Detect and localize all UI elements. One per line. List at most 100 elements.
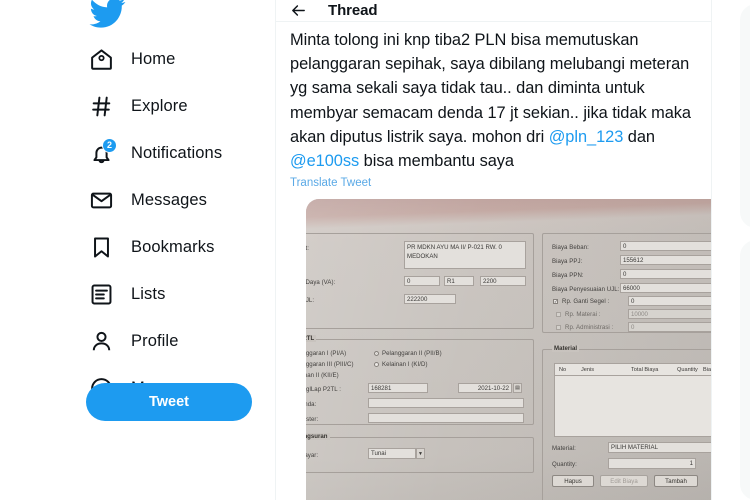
bookmark-icon <box>88 235 114 261</box>
sidebar-item-bookmarks[interactable]: Bookmarks <box>84 224 274 271</box>
agenda-label: No Agenda: <box>306 401 317 409</box>
material-col-header: No <box>559 367 567 374</box>
tweet-text-segment: bisa membantu saya <box>359 152 514 171</box>
thread-header: Thread <box>276 0 711 22</box>
quantity-field[interactable]: 1 <box>608 458 696 470</box>
angsuran-legend: Jenis Angsuran <box>306 433 330 441</box>
page-title: Thread <box>328 2 378 19</box>
tweet-detail: Minta tolong ini knp tiba2 PLN bisa memu… <box>276 22 711 500</box>
sidebar-item-explore[interactable]: Explore <box>84 83 274 130</box>
check-row-field[interactable]: 10000 <box>628 309 711 320</box>
sidebar-item-label: Bookmarks <box>131 238 215 256</box>
notifications-badge: 2 <box>102 137 117 153</box>
ujl-field[interactable]: 222200 <box>404 294 456 305</box>
mention-pln-123[interactable]: @pln_123 <box>549 128 624 146</box>
sidebar-item-label: Lists <box>131 285 166 303</box>
material-table-header: No Jenis Total Biaya Quantity Biaya Mate… <box>555 364 712 377</box>
twitter-bird-icon[interactable] <box>88 0 126 32</box>
sidebar-item-home[interactable]: Home <box>84 36 274 83</box>
back-arrow-icon[interactable] <box>290 2 307 19</box>
address-label: Alamat: <box>306 245 310 253</box>
check-ganti-segel[interactable]: ✓ <box>553 299 558 305</box>
cost-row-field[interactable]: 0 <box>620 241 711 252</box>
check-row-label: Rp. Ganti Segel : <box>562 298 610 306</box>
cost-row-field[interactable]: 155612 <box>620 255 711 266</box>
person-icon <box>88 329 114 355</box>
sidebar-item-label: Home <box>131 50 176 68</box>
check-row-field[interactable]: 0 <box>628 322 711 333</box>
cost-row-label: Biaya PPN: <box>552 272 584 280</box>
check-administrasi[interactable] <box>556 325 561 331</box>
check-row-label: Rp. Materai : <box>565 311 601 319</box>
sidebar-item-notifications[interactable]: 2 Notifications <box>84 130 274 177</box>
material-col-header: Total Biaya <box>631 367 659 374</box>
twitter-app-window: Home Explore 2 Notifications Messages Bo… <box>0 0 750 500</box>
tariff-daya-field[interactable]: 2200 <box>480 276 526 287</box>
ba-date-picker-icon[interactable]: ▤ <box>513 383 522 394</box>
agenda-field[interactable] <box>368 398 524 409</box>
primary-sidebar: Home Explore 2 Notifications Messages Bo… <box>0 0 275 500</box>
radio-kelainan-2-label: Kelainan II (KII/E) <box>306 372 339 380</box>
bayar-label: Jenis Bayar: <box>306 452 319 460</box>
address-value[interactable]: PR MDKN AYU MA II/ P-021 RW. 0 MEDOKAN <box>404 241 526 270</box>
mention-e100ss[interactable]: @e100ss <box>290 152 359 170</box>
tariff-tarip-field[interactable]: R1 <box>444 276 474 287</box>
bayar-select[interactable]: Tunai <box>368 448 416 460</box>
cost-row-label: Biaya Penyesuaian UJL: <box>552 286 620 294</box>
hashtag-icon <box>88 94 114 120</box>
tariff-gol-field[interactable]: 0 <box>404 276 440 287</box>
sidebar-item-label: Notifications <box>131 144 223 162</box>
ba-date-field[interactable]: 2021-10-22 <box>458 383 512 394</box>
register-label: No. Register: <box>306 416 319 424</box>
envelope-icon <box>88 188 114 214</box>
radio-pelanggaran-1-label: Pelanggaran I (PI/A) <box>306 350 347 358</box>
sidebar-item-lists[interactable]: Lists <box>84 271 274 318</box>
ba-label: Nomor BA/TglLap P2TL : <box>306 386 341 394</box>
material-select-label: Material: <box>552 445 576 453</box>
right-sidebar-column <box>712 0 750 500</box>
p2tl-legend: Jenis P2TL <box>306 335 317 343</box>
tariff-label: Gol / Tarip / Daya (VA): <box>306 279 336 287</box>
cost-row-field[interactable]: 0 <box>620 269 711 280</box>
cost-row-label: Biaya PPJ: <box>552 258 583 266</box>
sidebar-item-label: Explore <box>131 97 188 115</box>
material-col-header: Quantity <box>677 367 698 374</box>
check-materai[interactable] <box>556 312 561 318</box>
sidebar-item-profile[interactable]: Profile <box>84 318 274 365</box>
right-card-top[interactable] <box>740 4 750 228</box>
quantity-label: Quantity: <box>552 461 577 469</box>
thread-main-column: Thread Minta tolong ini knp tiba2 PLN bi… <box>275 0 712 500</box>
material-col-header: Jenis <box>581 367 595 374</box>
list-icon <box>88 282 114 308</box>
sidebar-nav-list: Home Explore 2 Notifications Messages Bo… <box>84 36 274 412</box>
radio-pelanggaran-3-label: Pelanggaran III (PIII/C) <box>306 361 354 369</box>
tweet-button[interactable]: Tweet <box>86 383 252 421</box>
tambah-button[interactable]: Tambah <box>654 475 698 488</box>
register-field[interactable] <box>368 413 524 424</box>
material-select[interactable]: PILIH MATERIAL <box>608 442 711 454</box>
tweet-text: Minta tolong ini knp tiba2 PLN bisa memu… <box>290 28 697 173</box>
sidebar-item-label: Profile <box>131 332 179 350</box>
tweet-text-segment: dan <box>623 127 655 146</box>
check-row-field[interactable]: 0 <box>628 296 711 307</box>
home-icon <box>88 47 114 73</box>
translate-tweet-link[interactable]: Translate Tweet <box>290 177 371 189</box>
hapus-button[interactable]: Hapus <box>552 475 594 488</box>
bell-icon: 2 <box>88 137 117 167</box>
bayar-chevron-down-icon[interactable]: ▼ <box>416 448 425 460</box>
tweet-photo[interactable]: Alamat: PR MDKN AYU MA II/ P-021 RW. 0 M… <box>306 199 712 500</box>
right-card-bottom[interactable] <box>740 240 750 500</box>
sidebar-item-label: Messages <box>131 191 208 209</box>
ba-number-field[interactable]: 168281 <box>368 383 428 394</box>
form-document-content: Alamat: PR MDKN AYU MA II/ P-021 RW. 0 M… <box>306 233 712 500</box>
cost-row-label: Biaya Beban: <box>552 244 589 252</box>
edit-biaya-button[interactable]: Edit Biaya <box>600 475 648 488</box>
radio-pelanggaran-2-label: Pelanggaran II (PII/B) <box>382 350 442 358</box>
material-legend: Material <box>552 345 580 353</box>
radio-kelainan-1-label: Kelainan I (KI/D) <box>382 361 428 369</box>
check-row-label: Rp. Administrasi : <box>565 324 614 332</box>
sidebar-item-messages[interactable]: Messages <box>84 177 274 224</box>
ujl-label: Rp. UJL: <box>306 297 315 305</box>
cost-row-field[interactable]: 66000 <box>620 283 711 294</box>
material-col-header: Biaya Materi <box>703 367 712 374</box>
